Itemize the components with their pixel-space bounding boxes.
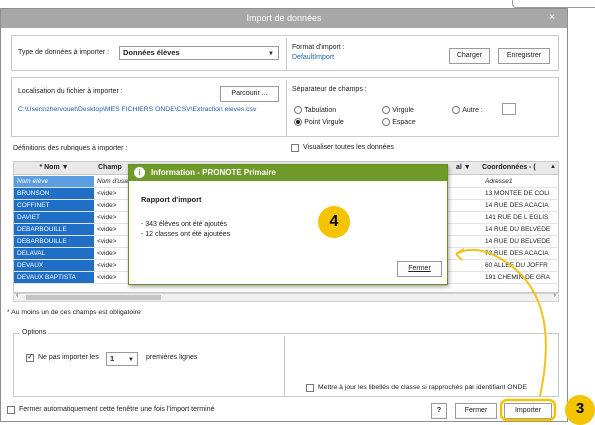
step-4-badge: 4 [318,206,350,238]
annotation-layer [455,248,557,422]
arrow-head [455,248,465,261]
annotation-arrow [455,248,547,397]
step-3-badge: 3 [565,395,595,425]
import-button-highlight [499,398,557,422]
